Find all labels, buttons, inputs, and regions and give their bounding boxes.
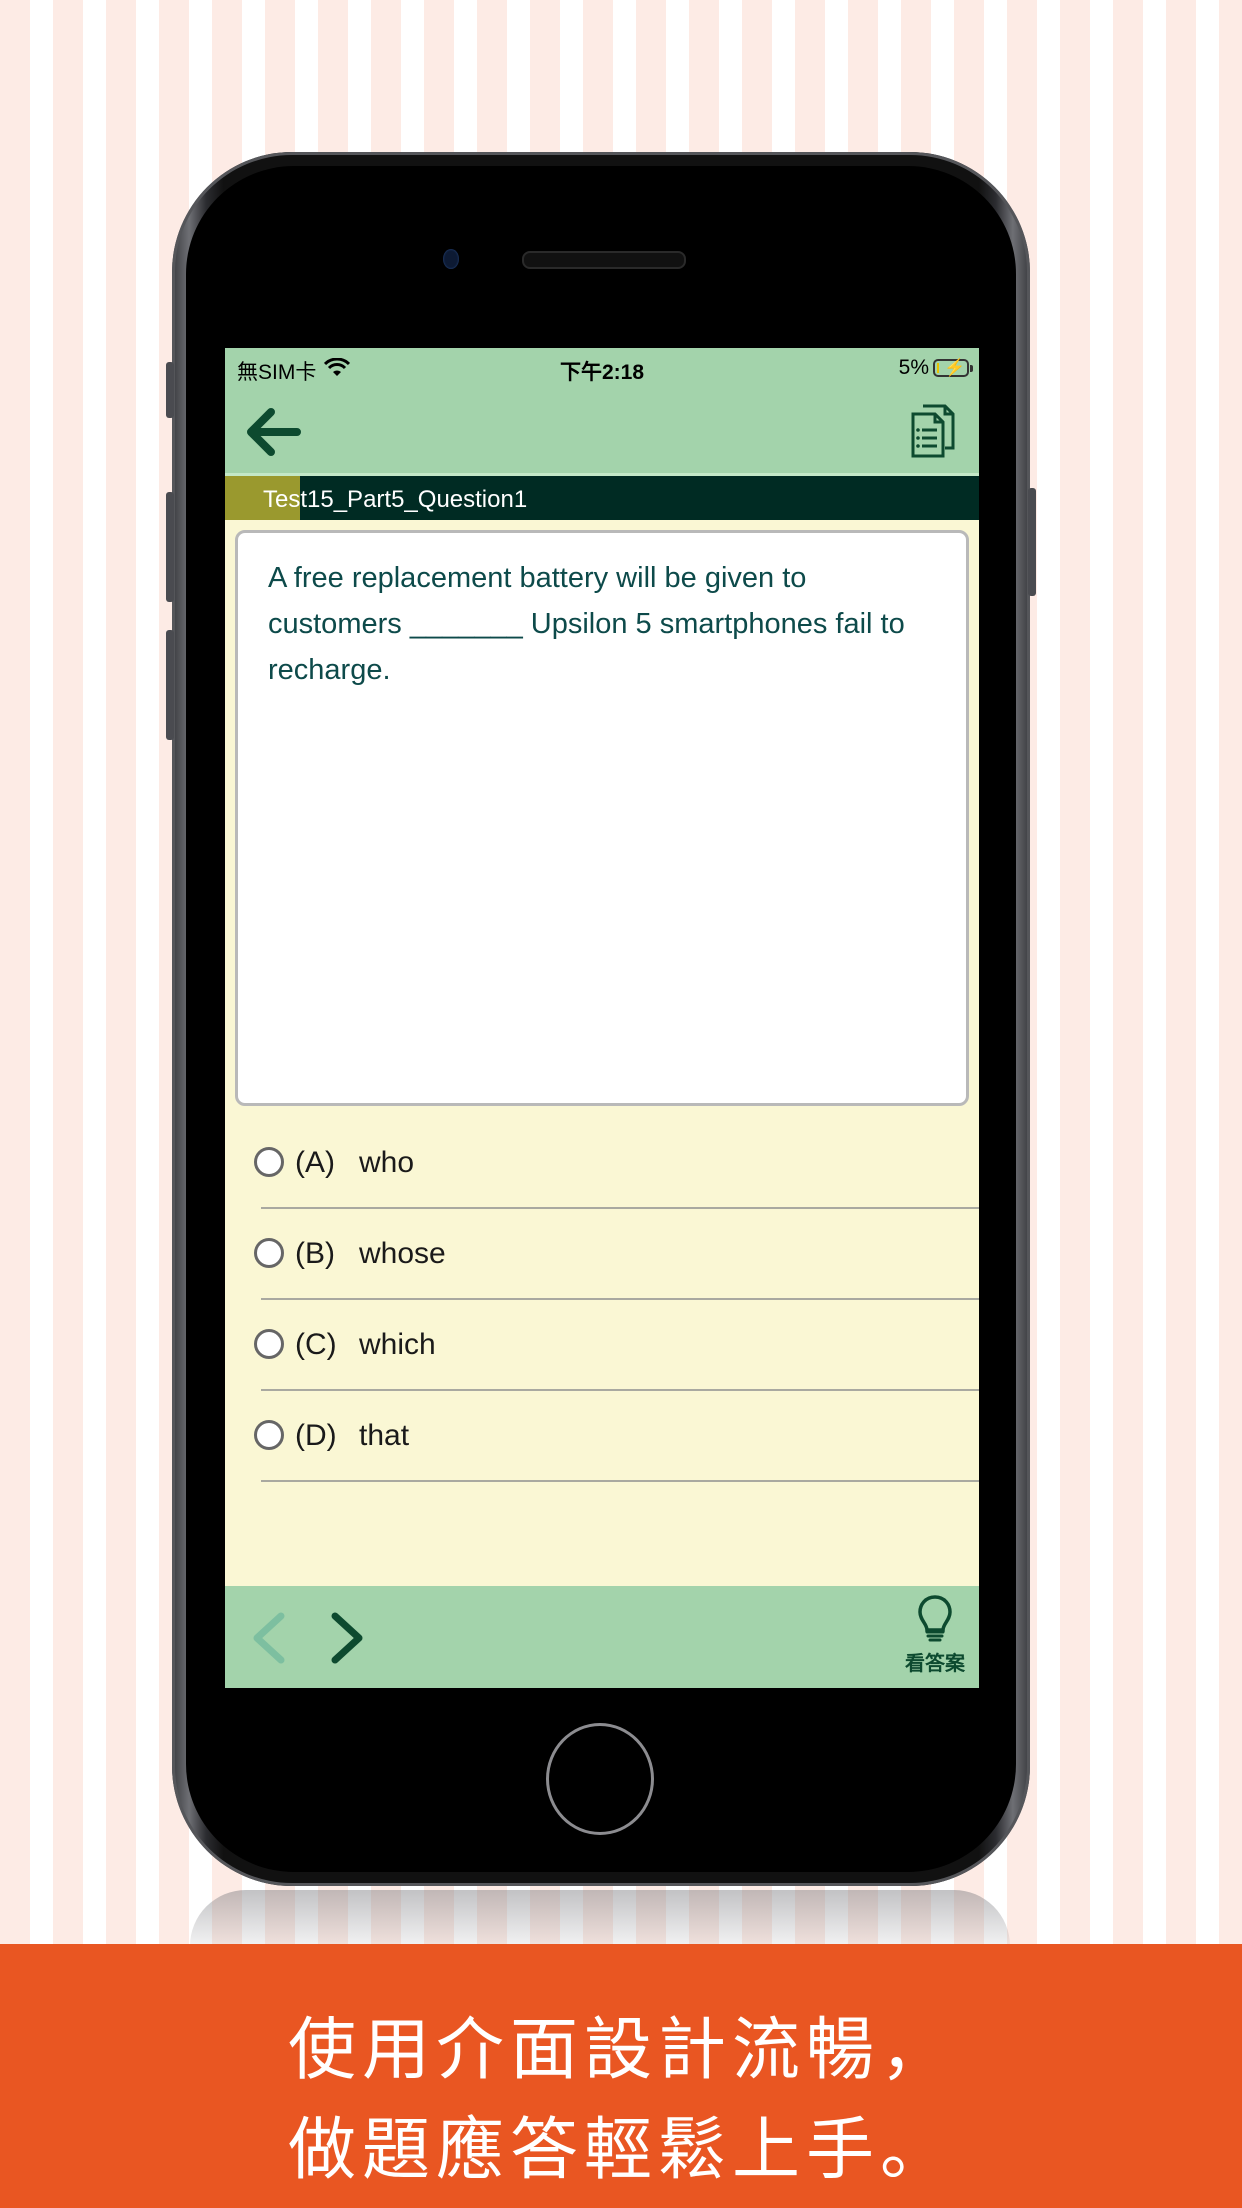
option-letter: (B) <box>295 1237 335 1270</box>
chevron-left-icon <box>253 1612 285 1664</box>
show-answer-button[interactable]: 看答案 <box>899 1594 971 1684</box>
previous-question-button[interactable] <box>245 1608 293 1668</box>
option-text: which <box>359 1328 436 1361</box>
radio-button[interactable] <box>254 1420 284 1450</box>
question-card: A free replacement battery will be given… <box>235 530 969 1106</box>
next-question-button[interactable] <box>323 1608 371 1668</box>
question-list-button[interactable] <box>909 402 957 458</box>
arrow-left-icon <box>247 408 301 456</box>
question-title-bar: Test15_Part5_Question1 <box>225 476 979 520</box>
charging-bolt-icon: ⚡ <box>944 358 966 377</box>
clock: 下午2:18 <box>559 361 645 384</box>
promo-banner: 使用介面設計流暢， 做題應答輕鬆上手。 <box>0 1944 1242 2208</box>
question-title: Test15_Part5_Question1 <box>263 486 528 513</box>
app-screen: 無SIM卡 下午2:18 5% ⚡ Test15_Part5_Question1… <box>225 348 979 1688</box>
battery-icon: ⚡ <box>933 358 973 377</box>
power-button <box>1028 488 1036 596</box>
volume-down-button <box>166 630 174 740</box>
answer-options: (A) who (B) whose (C) which (D) that <box>225 1118 979 1482</box>
phone-reflection <box>190 1890 1010 1946</box>
banner-line-1: 使用介面設計流暢， <box>287 2011 954 2090</box>
option-letter: (A) <box>295 1146 335 1179</box>
earpiece-speaker <box>522 251 686 269</box>
radio-button[interactable] <box>254 1147 284 1177</box>
option-a[interactable]: (A) who <box>225 1118 979 1209</box>
navigation-bar <box>225 388 979 476</box>
battery-percent: 5% <box>898 356 929 379</box>
mute-switch <box>166 362 174 418</box>
chevron-right-icon <box>331 1612 363 1664</box>
option-c[interactable]: (C) which <box>225 1300 979 1391</box>
option-letter: (C) <box>295 1328 337 1361</box>
home-button[interactable] <box>546 1723 654 1835</box>
option-text: whose <box>359 1237 446 1270</box>
lightbulb-icon <box>918 1595 952 1642</box>
back-button[interactable] <box>243 406 303 458</box>
front-camera <box>443 249 459 269</box>
bottom-toolbar: 看答案 <box>225 1586 979 1688</box>
question-text: A free replacement battery will be given… <box>268 562 905 686</box>
volume-up-button <box>166 492 174 602</box>
banner-line-2: 做題應答輕鬆上手。 <box>287 2111 954 2190</box>
show-answer-label: 看答案 <box>905 1653 965 1675</box>
option-text: that <box>359 1419 410 1452</box>
option-b[interactable]: (B) whose <box>225 1209 979 1300</box>
status-bar: 無SIM卡 下午2:18 5% ⚡ <box>225 348 979 388</box>
document-list-icon <box>911 404 955 458</box>
battery-level <box>937 363 939 373</box>
option-d[interactable]: (D) that <box>225 1391 979 1482</box>
radio-button[interactable] <box>254 1238 284 1268</box>
divider <box>261 1480 979 1482</box>
option-letter: (D) <box>295 1419 337 1452</box>
radio-button[interactable] <box>254 1329 284 1359</box>
option-text: who <box>359 1146 415 1179</box>
